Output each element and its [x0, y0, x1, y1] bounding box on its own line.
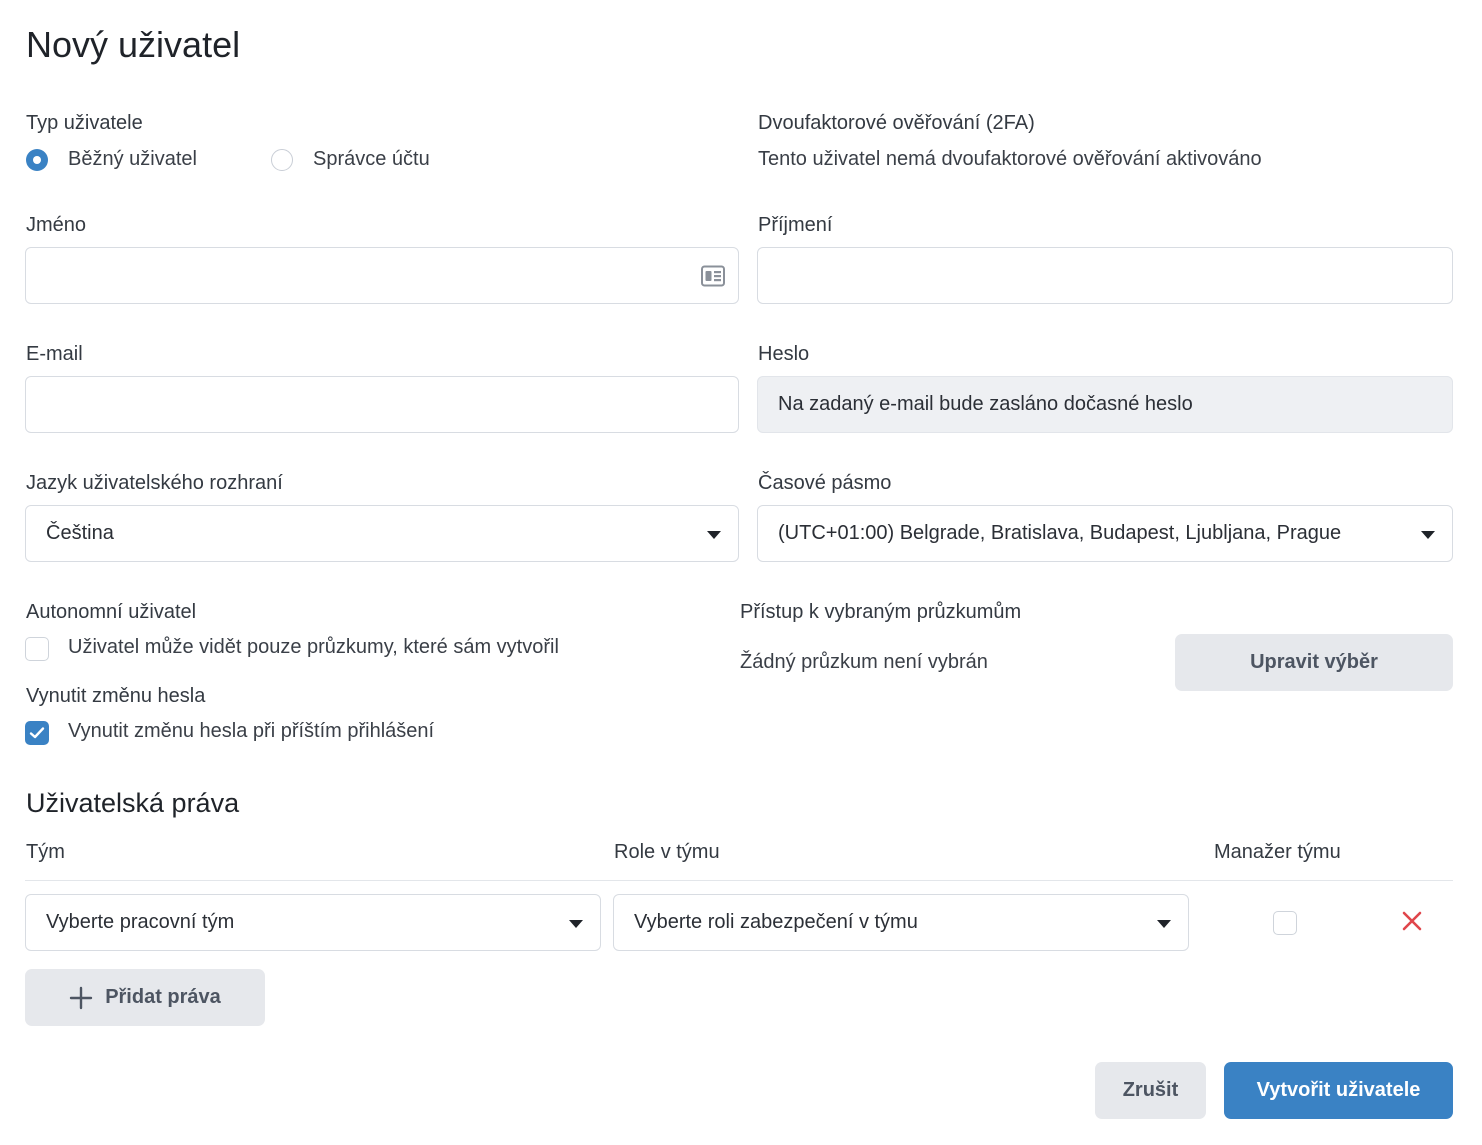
autonomous-checkbox-label: Uživatel může vidět pouze průzkumy, kter…: [68, 636, 559, 658]
team-select[interactable]: Vyberte pracovní tým: [25, 894, 601, 951]
rights-row: Vyberte pracovní tým Vyberte roli zabezp…: [25, 894, 1453, 951]
timezone-select[interactable]: (UTC+01:00) Belgrade, Bratislava, Budape…: [757, 505, 1453, 562]
rights-divider: [25, 880, 1453, 881]
last-name-input[interactable]: [757, 247, 1453, 304]
force-password-option[interactable]: Vynutit změnu hesla při příštím přihláše…: [25, 720, 505, 746]
password-info: Na zadaný e-mail bude zasláno dočasné he…: [778, 393, 1193, 415]
force-password-checkbox-label: Vynutit změnu hesla při příštím přihláše…: [68, 720, 435, 742]
user-type-label: Typ uživatele: [26, 112, 143, 134]
language-value: Čeština: [46, 522, 114, 544]
rights-col-role: Role v týmu: [614, 841, 720, 863]
autonomous-option[interactable]: Uživatel může vidět pouze průzkumy, kter…: [25, 636, 645, 662]
last-name-label: Příjmení: [758, 214, 833, 236]
caret-down-icon: [1157, 920, 1171, 928]
first-name-input[interactable]: [25, 247, 739, 304]
timezone-value: (UTC+01:00) Belgrade, Bratislava, Budape…: [778, 522, 1342, 544]
language-label: Jazyk uživatelského rozhraní: [26, 472, 283, 494]
force-password-label: Vynutit změnu hesla: [26, 685, 206, 707]
radio-account-admin-label: Správce účtu: [313, 148, 430, 170]
rights-col-team: Tým: [26, 841, 65, 863]
two-fa-status: Tento uživatel nemá dvoufaktorové ověřov…: [758, 148, 1262, 170]
caret-down-icon: [569, 920, 583, 928]
role-select[interactable]: Vyberte roli zabezpečení v týmu: [613, 894, 1189, 951]
team-manager-checkbox[interactable]: [1273, 911, 1297, 935]
autonomous-checkbox[interactable]: [25, 637, 49, 661]
team-placeholder: Vyberte pracovní tým: [46, 911, 235, 933]
language-select[interactable]: Čeština: [25, 505, 739, 562]
autonomous-label: Autonomní uživatel: [26, 601, 197, 623]
rights-col-manager: Manažer týmu: [1214, 841, 1341, 863]
checkmark-icon: [29, 727, 45, 739]
email-label: E-mail: [26, 343, 83, 365]
remove-row-button[interactable]: [1401, 910, 1423, 932]
radio-regular-user[interactable]: Běžný uživatel: [26, 148, 246, 174]
contact-card-icon: [701, 265, 725, 287]
force-password-checkbox[interactable]: [25, 721, 49, 745]
password-label: Heslo: [758, 343, 810, 365]
two-fa-label: Dvoufaktorové ověřování (2FA): [758, 112, 1035, 134]
timezone-label: Časové pásmo: [758, 472, 892, 494]
radio-account-admin-indicator[interactable]: [271, 149, 293, 171]
add-rights-button[interactable]: Přidat práva: [25, 969, 265, 1026]
survey-access-status: Žádný průzkum není vybrán: [740, 651, 988, 673]
password-field: Na zadaný e-mail bude zasláno dočasné he…: [757, 376, 1453, 433]
caret-down-icon: [707, 531, 721, 539]
cancel-button[interactable]: Zrušit: [1095, 1062, 1206, 1119]
email-input[interactable]: [25, 376, 739, 433]
plus-icon: [69, 986, 93, 1009]
add-rights-label: Přidat práva: [105, 986, 221, 1008]
radio-regular-user-label: Běžný uživatel: [68, 148, 197, 170]
rights-heading: Uživatelská práva: [26, 788, 240, 818]
survey-access-label: Přístup k vybraným průzkumům: [740, 601, 1022, 623]
role-placeholder: Vyberte roli zabezpečení v týmu: [634, 911, 918, 933]
radio-account-admin[interactable]: Správce účtu: [271, 148, 471, 174]
first-name-label: Jméno: [26, 214, 87, 236]
edit-selection-button[interactable]: Upravit výběr: [1175, 634, 1453, 691]
page-title: Nový uživatel: [26, 24, 241, 65]
radio-regular-user-indicator[interactable]: [26, 149, 48, 171]
caret-down-icon: [1421, 531, 1435, 539]
create-user-button[interactable]: Vytvořit uživatele: [1224, 1062, 1453, 1119]
close-x-icon: [1402, 911, 1422, 931]
